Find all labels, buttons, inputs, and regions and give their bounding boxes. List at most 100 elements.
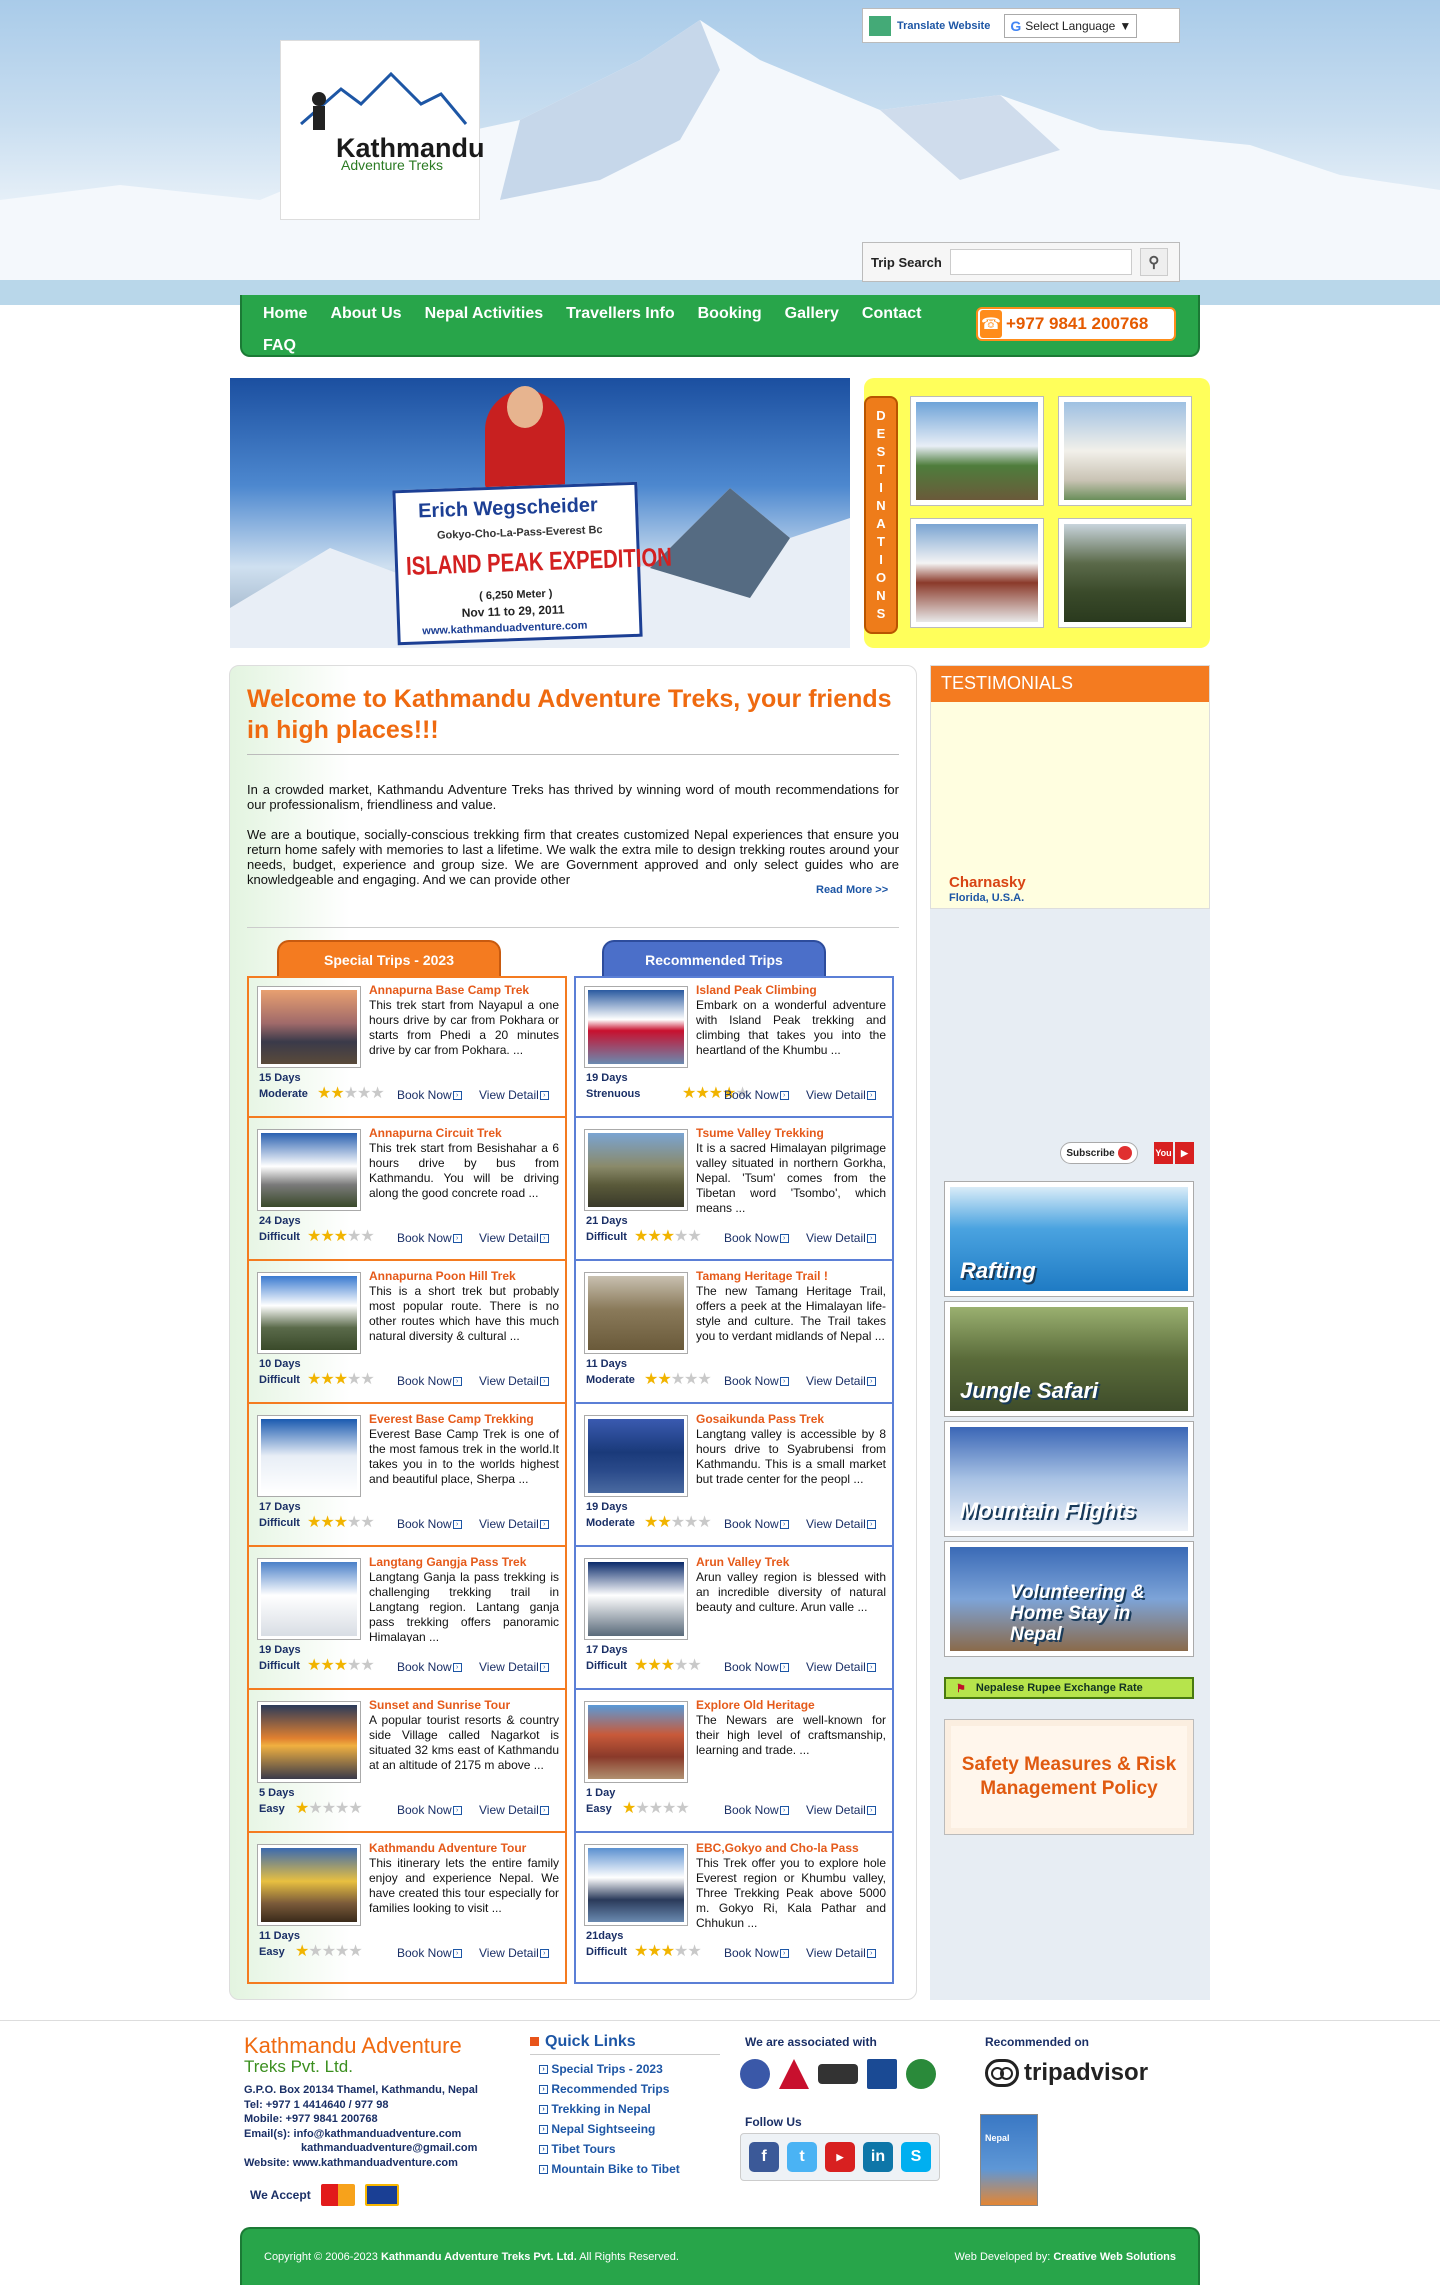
ntb-logo-icon[interactable] [740, 2059, 770, 2089]
destination-bhutan[interactable] [1058, 518, 1192, 628]
view-detail-link[interactable]: View Detail › [806, 1660, 876, 1674]
trip-thumbnail[interactable] [584, 1558, 688, 1640]
book-now-link[interactable]: Book Now › [724, 1660, 789, 1674]
activity-mountain-flights[interactable]: Mountain Flights [944, 1421, 1194, 1537]
trip-title[interactable]: Everest Base Camp Trekking [369, 1412, 559, 1426]
phone-number-box[interactable]: ☎ +977 9841 200768 [976, 307, 1176, 341]
book-now-link[interactable]: Book Now › [397, 1231, 462, 1245]
nav-home[interactable]: Home [262, 299, 318, 331]
quick-link[interactable]: › Nepal Sightseeing [530, 2119, 720, 2139]
trip-thumbnail[interactable] [257, 1129, 361, 1211]
nav-gallery[interactable]: Gallery [784, 299, 850, 331]
book-now-link[interactable]: Book Now › [724, 1803, 789, 1817]
trip-thumbnail[interactable] [584, 1129, 688, 1211]
book-now-link[interactable]: Book Now › [724, 1088, 789, 1102]
destination-india[interactable] [1058, 396, 1192, 506]
keep-logo-icon[interactable] [867, 2059, 897, 2089]
linkedin-icon[interactable]: in [863, 2142, 893, 2172]
trip-title[interactable]: Tsume Valley Trekking [696, 1126, 886, 1140]
trip-thumbnail[interactable] [257, 1844, 361, 1926]
destination-tibet[interactable] [910, 518, 1044, 628]
trip-thumbnail[interactable] [584, 1272, 688, 1354]
footer-email[interactable]: Email(s): info@kathmanduadventure.com [244, 2127, 478, 2142]
trip-title[interactable]: Kathmandu Adventure Tour [369, 1841, 559, 1855]
activity-volunteering[interactable]: Volunteering & Home Stay in Nepal [944, 1541, 1194, 1657]
translate-label[interactable]: Translate Website [897, 20, 990, 32]
view-detail-link[interactable]: View Detail › [479, 1231, 549, 1245]
book-now-link[interactable]: Book Now › [724, 1517, 789, 1531]
book-now-link[interactable]: Book Now › [724, 1231, 789, 1245]
taan-logo-icon[interactable] [906, 2059, 936, 2089]
nma-logo-icon[interactable] [779, 2059, 809, 2089]
tab-recommended-trips[interactable]: Recommended Trips [602, 940, 826, 978]
view-detail-link[interactable]: View Detail › [806, 1946, 876, 1960]
trip-title[interactable]: Tamang Heritage Trail ! [696, 1269, 886, 1283]
destinations-tab[interactable]: D E S T I N A T I O N S [864, 396, 898, 634]
view-detail-link[interactable]: View Detail › [479, 1946, 549, 1960]
book-now-link[interactable]: Book Now › [724, 1374, 789, 1388]
book-now-link[interactable]: Book Now › [724, 1946, 789, 1960]
language-select[interactable]: G Select Language ▼ [1004, 13, 1138, 38]
trip-thumbnail[interactable] [584, 1701, 688, 1783]
view-detail-link[interactable]: View Detail › [479, 1517, 549, 1531]
twitter-icon[interactable]: t [787, 2142, 817, 2172]
tab-special-trips[interactable]: Special Trips - 2023 [277, 940, 501, 978]
view-detail-link[interactable]: View Detail › [479, 1660, 549, 1674]
trip-thumbnail[interactable] [584, 1415, 688, 1497]
book-now-link[interactable]: Book Now › [397, 1946, 462, 1960]
quick-link[interactable]: › Tibet Tours [530, 2139, 720, 2159]
view-detail-link[interactable]: View Detail › [806, 1517, 876, 1531]
view-detail-link[interactable]: View Detail › [806, 1231, 876, 1245]
book-now-link[interactable]: Book Now › [397, 1803, 462, 1817]
youtube-icon[interactable]: ▶ [825, 2142, 855, 2172]
tripadvisor-logo[interactable]: tripadvisor [985, 2059, 1148, 2087]
quick-link[interactable]: › Trekking in Nepal [530, 2099, 720, 2119]
book-now-link[interactable]: Book Now › [397, 1374, 462, 1388]
activity-jungle-safari[interactable]: Jungle Safari [944, 1301, 1194, 1417]
facebook-icon[interactable]: f [749, 2142, 779, 2172]
footer-email-2[interactable]: kathmanduadventure@gmail.com [244, 2141, 478, 2156]
trip-thumbnail[interactable] [257, 1415, 361, 1497]
skype-icon[interactable]: S [901, 2142, 931, 2172]
activity-rafting[interactable]: Rafting [944, 1181, 1194, 1297]
trip-title[interactable]: Annapurna Poon Hill Trek [369, 1269, 559, 1283]
trip-title[interactable]: Langtang Gangja Pass Trek [369, 1555, 559, 1569]
search-button[interactable]: ⚲ [1139, 248, 1168, 276]
pata-logo-icon[interactable] [818, 2064, 858, 2084]
trip-thumbnail[interactable] [257, 1558, 361, 1640]
trip-title[interactable]: Arun Valley Trek [696, 1555, 886, 1569]
quick-link[interactable]: › Recommended Trips [530, 2079, 720, 2099]
trip-thumbnail[interactable] [257, 986, 361, 1068]
nepal-guidebook[interactable]: Nepal [980, 2114, 1038, 2206]
nav-travellers-info[interactable]: Travellers Info [565, 299, 686, 331]
trip-title[interactable]: Sunset and Sunrise Tour [369, 1698, 559, 1712]
trip-thumbnail[interactable] [584, 986, 688, 1068]
trip-thumbnail[interactable] [584, 1844, 688, 1926]
trip-title[interactable]: Annapurna Circuit Trek [369, 1126, 559, 1140]
trip-title[interactable]: Gosaikunda Pass Trek [696, 1412, 886, 1426]
view-detail-link[interactable]: View Detail › [806, 1803, 876, 1817]
youtube-button[interactable]: You ▶ [1154, 1142, 1194, 1164]
view-detail-link[interactable]: View Detail › [806, 1374, 876, 1388]
safety-policy-link[interactable]: Safety Measures & Risk Management Policy [944, 1719, 1194, 1835]
destination-nepal[interactable] [910, 396, 1044, 506]
view-detail-link[interactable]: View Detail › [479, 1088, 549, 1102]
nav-nepal-activities[interactable]: Nepal Activities [424, 299, 555, 331]
nav-faq[interactable]: FAQ [262, 331, 307, 363]
exchange-rate-link[interactable]: ⚑ Nepalese Rupee Exchange Rate [944, 1677, 1194, 1699]
trip-title[interactable]: Explore Old Heritage [696, 1698, 886, 1712]
view-detail-link[interactable]: View Detail › [479, 1374, 549, 1388]
subscribe-button[interactable]: Subscribe [1060, 1142, 1138, 1164]
quick-link[interactable]: › Mountain Bike to Tibet [530, 2159, 720, 2179]
read-more-link[interactable]: Read More >> [816, 884, 888, 896]
nav-contact[interactable]: Contact [861, 299, 933, 331]
nav-booking[interactable]: Booking [697, 299, 773, 331]
view-detail-link[interactable]: View Detail › [806, 1088, 876, 1102]
trip-thumbnail[interactable] [257, 1272, 361, 1354]
developer-name[interactable]: Creative Web Solutions [1053, 2251, 1176, 2263]
book-now-link[interactable]: Book Now › [397, 1088, 462, 1102]
site-logo[interactable]: Kathmandu Adventure Treks [280, 40, 485, 220]
nav-about-us[interactable]: About Us [329, 299, 412, 331]
trip-title[interactable]: Island Peak Climbing [696, 983, 886, 997]
quick-link[interactable]: › Special Trips - 2023 [530, 2059, 720, 2079]
